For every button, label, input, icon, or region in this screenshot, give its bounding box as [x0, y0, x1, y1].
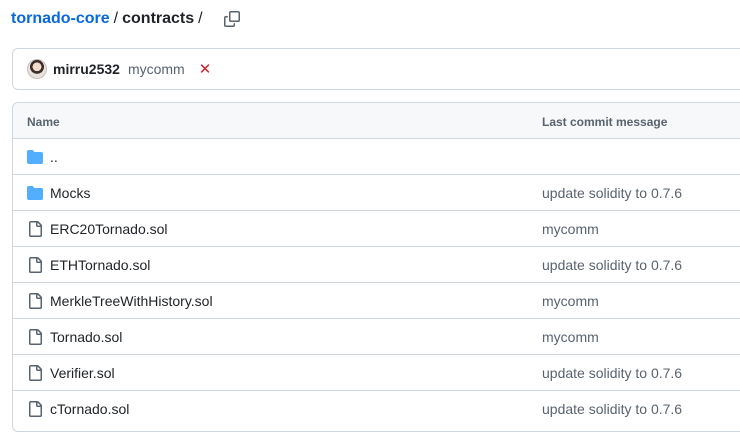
row-commit-message-link[interactable]: mycomm [542, 293, 599, 309]
table-row[interactable]: ERC20Tornado.sol mycomm [13, 211, 740, 247]
row-filename-link[interactable]: Tornado.sol [50, 329, 122, 345]
file-icon [29, 401, 42, 417]
file-icon [29, 329, 42, 345]
table-row[interactable]: Tornado.sol mycomm [13, 319, 740, 355]
row-filename-link[interactable]: .. [50, 149, 58, 165]
row-commit-message-link[interactable]: mycomm [542, 221, 599, 237]
breadcrumb-current-dir: contracts [122, 10, 195, 27]
folder-icon-wrapper [27, 185, 43, 201]
breadcrumb: tornado-core / contracts / [11, 8, 243, 30]
file-icon [29, 221, 42, 237]
row-commit-message-link[interactable]: update solidity to 0.7.6 [542, 257, 682, 273]
parent-directory-row[interactable]: .. [13, 139, 740, 175]
row-filename-link[interactable]: ERC20Tornado.sol [50, 221, 168, 237]
file-icon-wrapper [27, 329, 43, 345]
folder-icon-wrapper [27, 149, 43, 165]
row-filename-link[interactable]: cTornado.sol [50, 401, 129, 417]
row-commit-message-link[interactable]: update solidity to 0.7.6 [542, 401, 682, 417]
file-list: .. Mocks update solidity to 0.7.6 ERC20Torn… [13, 139, 740, 427]
file-icon [29, 365, 42, 381]
folder-icon [27, 150, 43, 164]
file-icon-wrapper [27, 257, 43, 273]
table-row[interactable]: Mocks update solidity to 0.7.6 [13, 175, 740, 211]
table-header: Name Last commit message [13, 103, 740, 139]
row-filename-link[interactable]: Mocks [50, 185, 90, 201]
file-icon [29, 293, 42, 309]
breadcrumb-separator: / [113, 10, 119, 27]
table-row[interactable]: Verifier.sol update solidity to 0.7.6 [13, 355, 740, 391]
column-header-name: Name [27, 115, 60, 129]
file-icon-wrapper [27, 221, 43, 237]
row-commit-message-link[interactable]: update solidity to 0.7.6 [542, 365, 682, 381]
row-filename-link[interactable]: Verifier.sol [50, 365, 115, 381]
breadcrumb-trailing-separator: / [198, 10, 203, 27]
table-row[interactable]: cTornado.sol update solidity to 0.7.6 [13, 391, 740, 427]
commit-message[interactable]: mycomm [128, 61, 185, 77]
row-commit-message-link[interactable]: update solidity to 0.7.6 [542, 185, 682, 201]
table-row[interactable]: MerkleTreeWithHistory.sol mycomm [13, 283, 740, 319]
avatar[interactable] [27, 59, 47, 79]
x-icon[interactable]: ✕ [199, 62, 212, 77]
row-filename-link[interactable]: MerkleTreeWithHistory.sol [50, 293, 213, 309]
file-icon-wrapper [27, 365, 43, 381]
row-commit-message-link[interactable]: mycomm [542, 329, 599, 345]
commit-author[interactable]: mirru2532 [53, 61, 120, 77]
latest-commit-bar: mirru2532 mycomm ✕ [12, 48, 740, 90]
row-filename-link[interactable]: ETHTornado.sol [50, 257, 150, 273]
copy-icon [223, 11, 240, 27]
copy-path-button[interactable] [221, 8, 243, 30]
table-row[interactable]: ETHTornado.sol update solidity to 0.7.6 [13, 247, 740, 283]
folder-icon [27, 186, 43, 200]
file-table: Name Last commit message .. Mocks update s… [12, 102, 740, 432]
breadcrumb-repo-link[interactable]: tornado-core [11, 10, 110, 28]
file-icon [29, 257, 42, 273]
file-icon-wrapper [27, 293, 43, 309]
column-header-last-commit: Last commit message [542, 115, 668, 129]
file-icon-wrapper [27, 401, 43, 417]
